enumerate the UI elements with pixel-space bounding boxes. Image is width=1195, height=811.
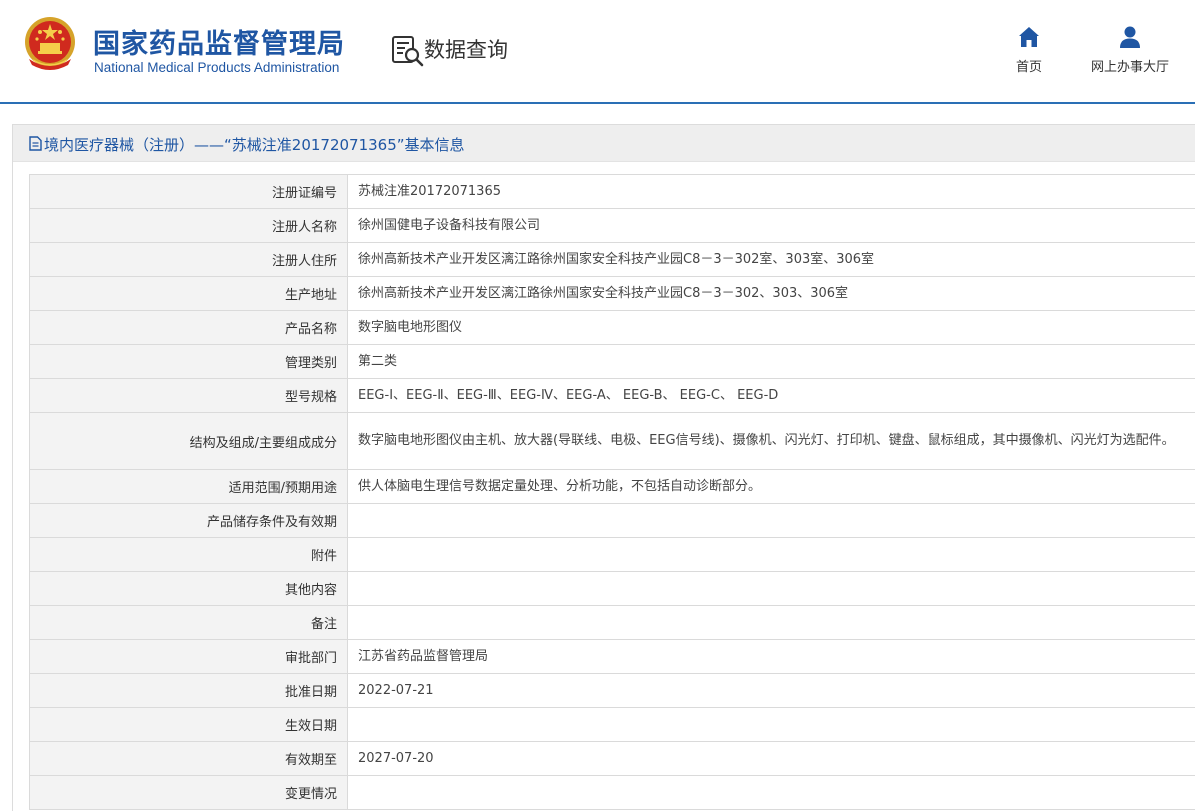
- field-value: 徐州高新技术产业开发区漓江路徐州国家安全科技产业园C8－3－302室、303室、…: [347, 242, 1195, 277]
- table-row: 生效日期: [29, 707, 1195, 742]
- field-label: 注册人名称: [29, 208, 348, 243]
- field-label: 生产地址: [29, 276, 348, 311]
- field-value: 第二类: [347, 344, 1195, 379]
- table-row: 审批部门 江苏省药品监督管理局: [29, 639, 1195, 674]
- nav-online-service-hall[interactable]: 网上办事大厅: [1082, 24, 1178, 75]
- field-label: 审批部门: [29, 639, 348, 674]
- field-label: 附件: [29, 537, 348, 572]
- agency-name-cn[interactable]: 国家药品监督管理局: [93, 22, 345, 61]
- user-icon: [1120, 26, 1140, 48]
- table-row: 产品名称 数字脑电地形图仪: [29, 310, 1195, 345]
- field-value: 徐州高新技术产业开发区漓江路徐州国家安全科技产业园C8－3－302、303、30…: [347, 276, 1195, 311]
- detail-panel: 境内医疗器械（注册）——“苏械注准20172071365”基本信息 注册证编号苏…: [12, 124, 1195, 811]
- device-info-table: 注册证编号 苏械注准20172071365 注册人名称 徐州国健电子设备科技有限公司…: [29, 174, 1195, 810]
- table-row: 生产地址 徐州高新技术产业开发区漓江路徐州国家安全科技产业园C8－3－302、30…: [29, 276, 1195, 311]
- table-row: 附件: [29, 537, 1195, 572]
- field-label: 型号规格: [29, 378, 348, 413]
- field-value: 2027-07-20: [347, 741, 1195, 776]
- panel-title: 境内医疗器械（注册）——“苏械注准20172071365”基本信息: [44, 136, 465, 154]
- field-value: 江苏省药品监督管理局: [347, 639, 1195, 674]
- field-label: 批准日期: [29, 673, 348, 708]
- national-emblem-icon[interactable]: [23, 15, 77, 73]
- nav-online-service-hall-label: 网上办事大厅: [1090, 60, 1169, 75]
- field-value: [347, 775, 1195, 810]
- nav-home[interactable]: 首页: [1001, 24, 1057, 75]
- table-row: 其他内容: [29, 571, 1195, 606]
- table-row: 适用范围/预期用途 供人体脑电生理信号数据定量处理、分析功能，不包括自动诊断部分。: [29, 469, 1195, 504]
- table-row: 产品储存条件及有效期: [29, 503, 1195, 538]
- field-value: 苏械注准20172071365: [347, 174, 1195, 209]
- table-row: 批准日期 2022-07-21: [29, 673, 1195, 708]
- document-icon: [29, 136, 42, 151]
- data-query-label: 数据查询: [424, 38, 508, 62]
- data-query-icon: [392, 36, 424, 67]
- field-label: 注册证编号: [29, 174, 348, 209]
- field-value: 供人体脑电生理信号数据定量处理、分析功能，不包括自动诊断部分。: [347, 469, 1195, 504]
- field-value: EEG-Ⅰ、EEG-Ⅱ、EEG-Ⅲ、EEG-Ⅳ、EEG-A、 EEG-B、 EE…: [347, 378, 1195, 413]
- table-row: 注册人住所 徐州高新技术产业开发区漓江路徐州国家安全科技产业园C8－3－302室、…: [29, 242, 1195, 277]
- field-value: 数字脑电地形图仪: [347, 310, 1195, 345]
- table-row: 型号规格 EEG-Ⅰ、EEG-Ⅱ、EEG-Ⅲ、EEG-Ⅳ、EEG-A、 EEG-B…: [29, 378, 1195, 413]
- field-label: 适用范围/预期用途: [29, 469, 348, 504]
- field-label: 产品名称: [29, 310, 348, 345]
- table-row: 有效期至 2027-07-20: [29, 741, 1195, 776]
- field-label: 注册人住所: [29, 242, 348, 277]
- table-row: 结构及组成/主要组成成分 数字脑电地形图仪由主机、放大器(导联线、电极、EEG信号…: [29, 412, 1195, 470]
- table-row: 备注: [29, 605, 1195, 640]
- table-row: 注册证编号 苏械注准20172071365: [29, 174, 1195, 209]
- site-header: 国家药品监督管理局 National Medical Products Admi…: [0, 0, 1195, 104]
- field-label: 变更情况: [29, 775, 348, 810]
- field-value: [347, 707, 1195, 742]
- field-label: 有效期至: [29, 741, 348, 776]
- field-value: [347, 537, 1195, 572]
- field-value: [347, 605, 1195, 640]
- field-label: 结构及组成/主要组成成分: [29, 412, 348, 470]
- field-label: 产品储存条件及有效期: [29, 503, 348, 538]
- home-icon: [1019, 27, 1039, 47]
- field-value: 数字脑电地形图仪由主机、放大器(导联线、电极、EEG信号线)、摄像机、闪光灯、打…: [347, 412, 1195, 470]
- panel-header: 境内医疗器械（注册）——“苏械注准20172071365”基本信息: [13, 125, 1195, 162]
- field-label: 生效日期: [29, 707, 348, 742]
- field-label: 备注: [29, 605, 348, 640]
- field-label: 管理类别: [29, 344, 348, 379]
- field-value: [347, 503, 1195, 538]
- field-label: 其他内容: [29, 571, 348, 606]
- field-value: [347, 571, 1195, 606]
- agency-name-en[interactable]: National Medical Products Administration: [94, 60, 339, 75]
- nav-home-label: 首页: [1015, 60, 1042, 75]
- field-value: 2022-07-21: [347, 673, 1195, 708]
- table-row: 注册人名称 徐州国健电子设备科技有限公司: [29, 208, 1195, 243]
- table-row: 管理类别 第二类: [29, 344, 1195, 379]
- header-divider: [0, 102, 1195, 104]
- table-row: 变更情况: [29, 775, 1195, 810]
- field-value: 徐州国健电子设备科技有限公司: [347, 208, 1195, 243]
